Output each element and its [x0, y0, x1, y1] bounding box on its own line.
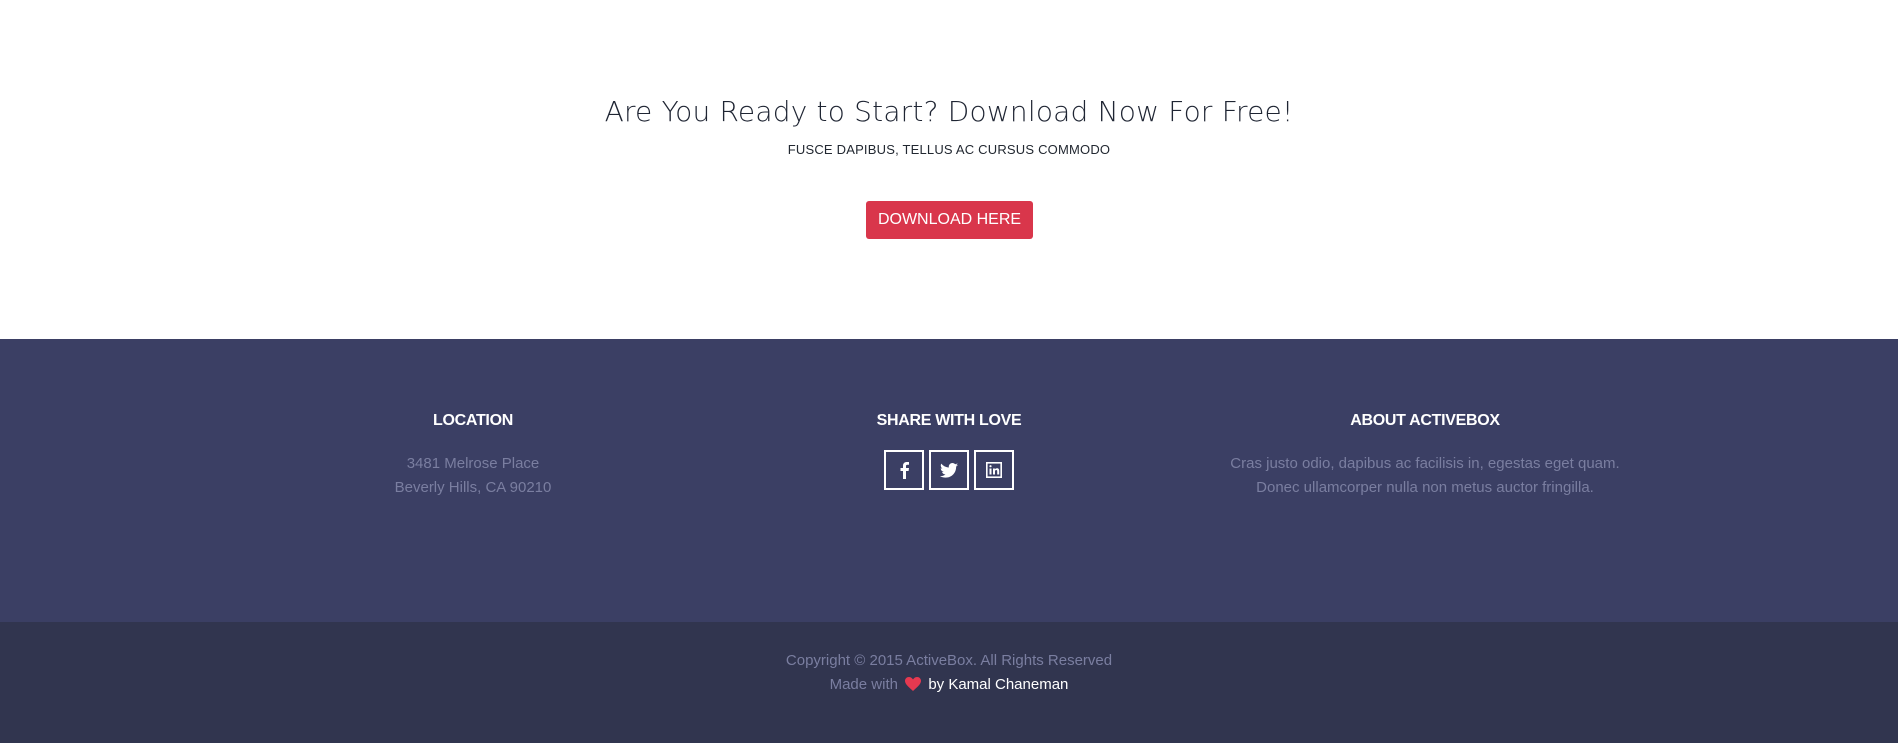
about-line-1: Cras justo odio, dapibus ac facilisis in… — [1230, 455, 1620, 472]
cta-section: Are You Ready to Start? Download Now For… — [0, 0, 1898, 339]
address-line-1: 3481 Melrose Place — [406, 455, 540, 472]
address-line-2: Beverly Hills, CA 90210 — [394, 479, 552, 496]
facebook-button[interactable] — [884, 450, 924, 490]
download-button[interactable]: DOWNLOAD HERE — [866, 201, 1033, 239]
about-text: Cras justo odio, dapibus ac facilisis in… — [1175, 452, 1675, 500]
linkedin-icon — [986, 462, 1002, 478]
about-line-2: Donec ullamcorper nulla non metus auctor… — [1256, 479, 1594, 496]
heart-icon — [905, 677, 922, 691]
made-with-line: Made with by Kamal Chaneman — [0, 676, 1898, 693]
location-address: 3481 Melrose Place Beverly Hills, CA 902… — [273, 452, 673, 500]
made-with-label: Made with — [829, 676, 898, 693]
linkedin-button[interactable] — [974, 450, 1014, 490]
twitter-icon — [940, 462, 958, 478]
social-links — [749, 450, 1149, 490]
cta-subtitle: FUSCE DAPIBUS, TELLUS AC CURSUS COMMODO — [787, 142, 1111, 157]
twitter-button[interactable] — [929, 450, 969, 490]
cta-title: Are You Ready to Start? Download Now For… — [604, 95, 1294, 128]
facebook-icon — [900, 462, 909, 479]
footer: LOCATION 3481 Melrose Place Beverly Hill… — [0, 339, 1898, 622]
about-heading: ABOUT ACTIVEBOX — [1350, 412, 1500, 429]
share-heading: SHARE WITH LOVE — [876, 412, 1022, 429]
copyright-text: Copyright © 2015 ActiveBox. All Rights R… — [785, 652, 1113, 669]
footer-bottom-bar: Copyright © 2015 ActiveBox. All Rights R… — [0, 622, 1898, 743]
location-heading: LOCATION — [433, 412, 513, 429]
author-link[interactable]: by Kamal Chaneman — [928, 676, 1068, 693]
